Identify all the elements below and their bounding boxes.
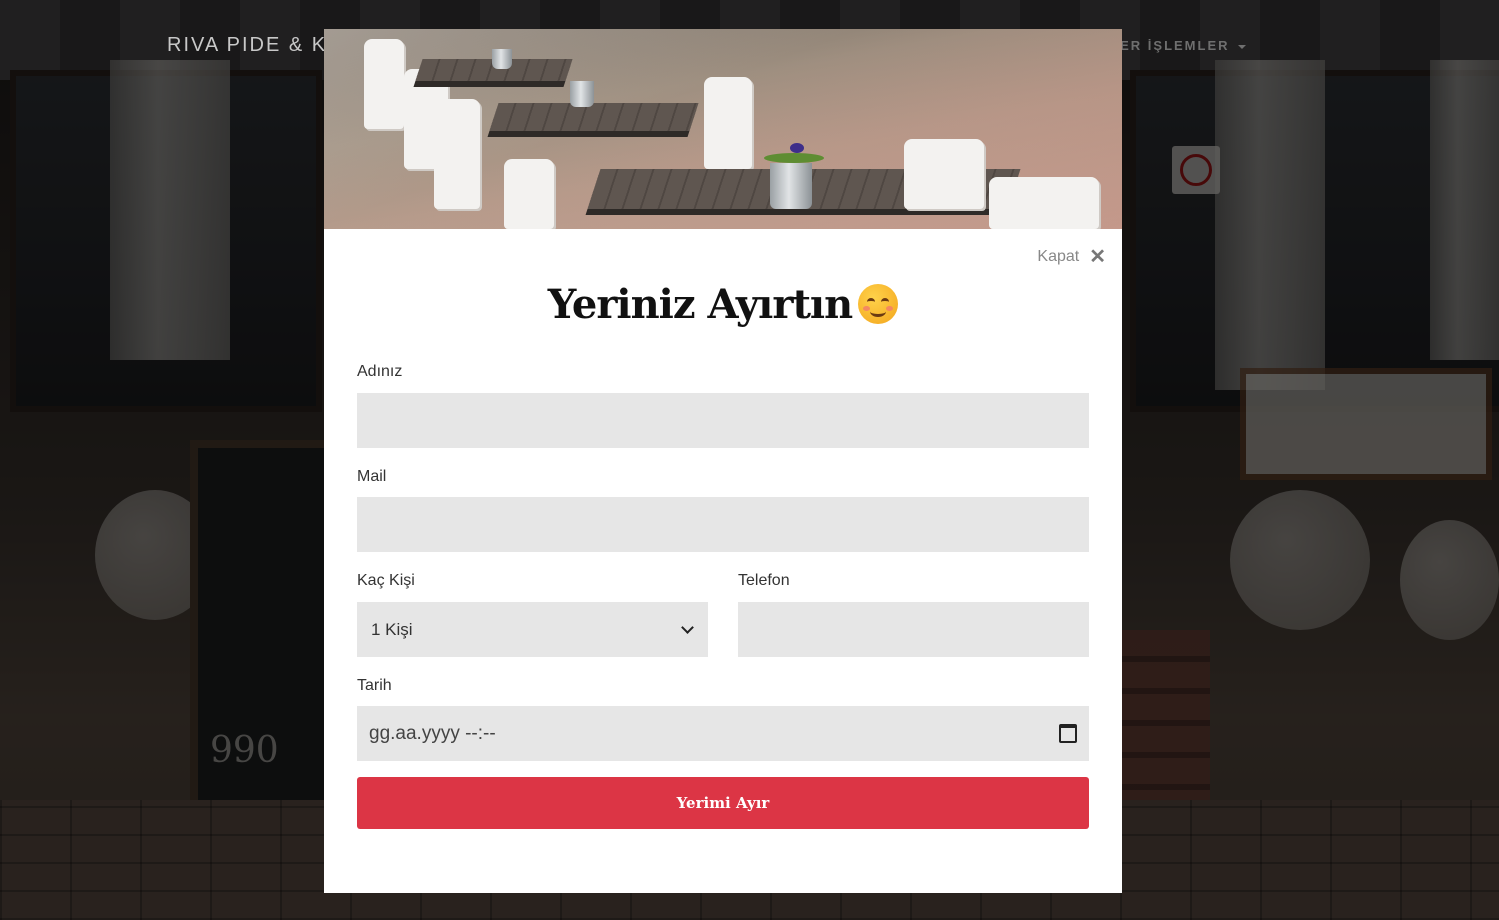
phone-label: Telefon [738, 572, 790, 589]
hero-chair [904, 139, 984, 209]
hero-flower-pot [770, 163, 812, 209]
smiling-face-icon [858, 284, 899, 324]
hero-leaves [764, 153, 824, 163]
caret-down-icon [1237, 44, 1246, 49]
hero-table [489, 103, 699, 131]
close-button[interactable]: Kapat ✕ [1037, 247, 1106, 267]
modal-title: Yeriniz Ayırtın [324, 281, 1122, 328]
guests-label: Kaç Kişi [357, 572, 415, 589]
name-input[interactable] [357, 393, 1089, 448]
hero-chair [989, 177, 1099, 229]
date-input[interactable]: gg.aa.yyyy --:-- [357, 706, 1089, 761]
phone-input[interactable] [738, 602, 1089, 657]
nav-menu-other-actions[interactable]: GER İŞLEMLER [1108, 38, 1246, 53]
close-label: Kapat [1037, 248, 1080, 265]
hero-chair [704, 77, 752, 169]
calendar-icon[interactable] [1059, 724, 1077, 743]
guests-select[interactable]: 1 Kişi [357, 602, 708, 657]
nav-menu-label: GER İŞLEMLER [1108, 38, 1230, 53]
chevron-down-icon [681, 621, 694, 634]
hero-chair [364, 39, 404, 129]
reserve-submit-button[interactable]: Yerimi Ayır [357, 777, 1089, 829]
mail-input[interactable] [357, 497, 1089, 552]
guests-selected-value: 1 Kişi [371, 619, 413, 639]
close-icon: ✕ [1089, 246, 1106, 268]
hero-chair [504, 159, 554, 229]
hero-flower-pot [570, 81, 594, 107]
hero-chair [434, 99, 480, 209]
name-label: Adınız [357, 363, 403, 380]
date-label: Tarih [357, 677, 392, 694]
mail-label: Mail [357, 468, 387, 485]
hero-flower-pot [492, 49, 512, 69]
reservation-modal: Kapat ✕ Yeriniz Ayırtın Adınız Mail Kaç … [324, 29, 1122, 893]
modal-title-text: Yeriniz Ayırtın [547, 281, 853, 328]
date-placeholder: gg.aa.yyyy --:-- [369, 722, 496, 744]
hero-flower [790, 143, 804, 153]
brand-logo[interactable]: RIVA PIDE & K [167, 34, 327, 57]
modal-hero-image [324, 29, 1122, 229]
